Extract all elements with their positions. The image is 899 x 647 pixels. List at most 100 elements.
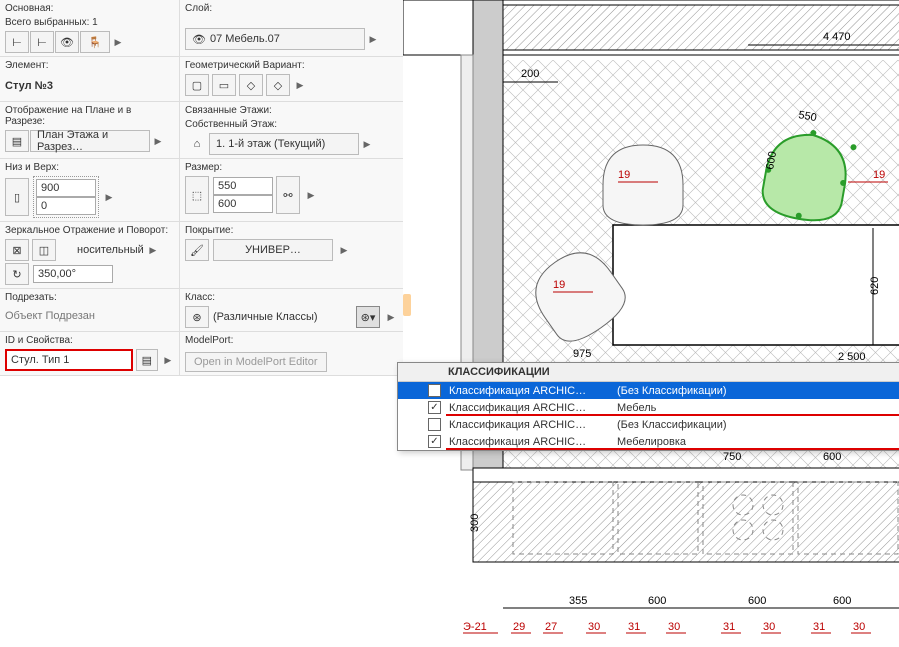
plan-value-btn[interactable]: План Этажа и Разрез… [30, 130, 150, 152]
class-value: (Без Классификации) [617, 419, 899, 431]
class-name: Классификация ARCHIC… [449, 385, 609, 397]
lbl-30b: 30 [668, 621, 680, 633]
checkbox[interactable] [428, 384, 441, 397]
elevation-icon[interactable]: ▯ [5, 178, 29, 216]
dim-600b: 600 [648, 595, 666, 607]
plan-icon[interactable]: ▤ [5, 130, 29, 152]
link-icon[interactable]: ⚯ [276, 176, 300, 214]
modelport-label: ModelPort: [185, 335, 398, 346]
chevron-right-icon[interactable]: ▶ [384, 312, 398, 323]
select-mode-1[interactable]: ⊢ [5, 31, 29, 53]
angle-input[interactable] [33, 265, 113, 283]
class-name: Классификация ARCHIC… [449, 402, 609, 414]
chevron-right-icon[interactable]: ▶ [151, 136, 165, 147]
class-label: Класс: [185, 292, 398, 303]
mirror-x[interactable]: ⊠ [5, 239, 29, 261]
lbl-e21: Э-21 [463, 621, 487, 633]
trim-value: Объект Подрезан [5, 306, 174, 326]
visibility-icon[interactable]: 👁 [55, 31, 79, 53]
floor-selector[interactable]: 1. 1-й этаж (Текущий) [209, 133, 359, 155]
chevron-right-icon[interactable]: ▶ [366, 34, 380, 45]
lbl-31a: 31 [628, 621, 640, 633]
chevron-right-icon[interactable]: ▶ [293, 80, 307, 91]
dim-200: 200 [521, 68, 539, 80]
chevron-right-icon[interactable]: ▶ [337, 245, 351, 256]
relative-label: носительный [77, 244, 144, 256]
layer-selector[interactable]: 👁 07 Мебель.07 [185, 28, 365, 50]
id-input[interactable] [7, 351, 131, 369]
class-icon: ⊛ [185, 306, 209, 328]
class-dropdown-btn[interactable]: ⊛▾ [356, 306, 380, 328]
eye-icon: 👁 [192, 33, 206, 46]
plan-value: План Этажа и Разрез… [37, 129, 143, 153]
class-value: Мебель [617, 402, 899, 414]
red-underline [446, 448, 899, 450]
geom-3[interactable]: ◇ [239, 74, 263, 96]
checkbox[interactable] [428, 418, 441, 431]
checkbox[interactable]: ✓ [428, 401, 441, 414]
class-value: Мебелировка [617, 436, 899, 448]
size-label: Размер: [185, 162, 398, 173]
class-value: (Различные Классы) [213, 311, 318, 323]
select-mode-2[interactable]: ⊢ [30, 31, 54, 53]
classification-row[interactable]: ✓ Классификация ARCHIC… Мебель [398, 399, 899, 416]
lbl-30d: 30 [853, 621, 865, 633]
lbl-31c: 31 [813, 621, 825, 633]
chevron-right-icon[interactable]: ▶ [146, 245, 160, 256]
geom-1[interactable]: ▢ [185, 74, 209, 96]
geom-4[interactable]: ◇ [266, 74, 290, 96]
classification-row[interactable]: ✓ Классификация ARCHIC… Мебелировка [398, 433, 899, 450]
list-icon[interactable]: ▤ [136, 349, 158, 371]
geom-2[interactable]: ▭ [212, 74, 236, 96]
linked-label: Связанные Этажи: [185, 105, 398, 116]
selected-count: Всего выбранных: 1 [5, 17, 174, 28]
dim-750: 750 [723, 451, 741, 463]
cover-label: Покрытие: [185, 225, 398, 236]
chevron-right-icon[interactable]: ▶ [111, 37, 125, 48]
modelport-button[interactable]: Open in ModelPort Editor [185, 352, 327, 372]
size-icon[interactable]: ⬚ [185, 176, 209, 214]
lbl-30a: 30 [588, 621, 600, 633]
element-label: Элемент: [5, 60, 174, 71]
depth-input[interactable] [213, 195, 273, 213]
width-input[interactable] [213, 177, 273, 195]
chevron-right-icon[interactable]: ▶ [360, 139, 374, 150]
cover-value: УНИВЕР… [245, 244, 301, 256]
splitter-handle[interactable] [403, 294, 411, 316]
drawing-canvas[interactable]: 4 470 200 550 600 620 19 19 19 19 355 60… [403, 0, 899, 647]
dropdown-title: КЛАССИФИКАЦИИ [398, 363, 899, 382]
id-highlight [5, 349, 133, 371]
floor-value: 1. 1-й этаж (Текущий) [216, 138, 325, 150]
cover-selector[interactable]: УНИВЕР… [213, 239, 333, 261]
class-name: Классификация ARCHIC… [449, 436, 609, 448]
lbl-30c: 30 [763, 621, 775, 633]
layer-value: 07 Мебель.07 [210, 33, 280, 45]
classification-dropdown: КЛАССИФИКАЦИИ Классификация ARCHIC… (Без… [397, 362, 899, 451]
checkbox[interactable]: ✓ [428, 435, 441, 448]
rotation-icon[interactable]: ↻ [5, 263, 29, 285]
top-input[interactable] [36, 179, 96, 197]
plan-label: Отображение на Плане и в Разрезе: [5, 105, 174, 127]
chevron-right-icon[interactable]: ▶ [102, 192, 116, 203]
mirror-label: Зеркальное Отражение и Поворот: [5, 225, 174, 236]
dim-355: 355 [569, 595, 587, 607]
elevation-fields [33, 176, 99, 218]
chevron-right-icon[interactable]: ▶ [162, 355, 174, 366]
classification-row[interactable]: Классификация ARCHIC… (Без Классификации… [398, 382, 899, 399]
layer-label: Слой: [185, 3, 398, 14]
bottom-input[interactable] [36, 197, 96, 215]
paint-icon[interactable]: 🖌 [185, 239, 209, 261]
chair-icon[interactable]: 🪑 [80, 31, 110, 53]
mirror-y[interactable]: ◫ [32, 239, 56, 261]
size-fields [213, 177, 273, 213]
bottom-top-label: Низ и Верх: [5, 162, 174, 173]
id-label: ID и Свойства: [5, 335, 174, 346]
lbl-27: 27 [545, 621, 557, 633]
lbl-19a: 19 [618, 169, 630, 181]
dim-600e: 600 [823, 451, 841, 463]
lbl-19c: 19 [553, 279, 565, 291]
stairs-icon: ⌂ [185, 138, 209, 150]
dim-975: 975 [573, 348, 591, 360]
classification-row[interactable]: Классификация ARCHIC… (Без Классификации… [398, 416, 899, 433]
chevron-right-icon[interactable]: ▶ [304, 190, 318, 201]
